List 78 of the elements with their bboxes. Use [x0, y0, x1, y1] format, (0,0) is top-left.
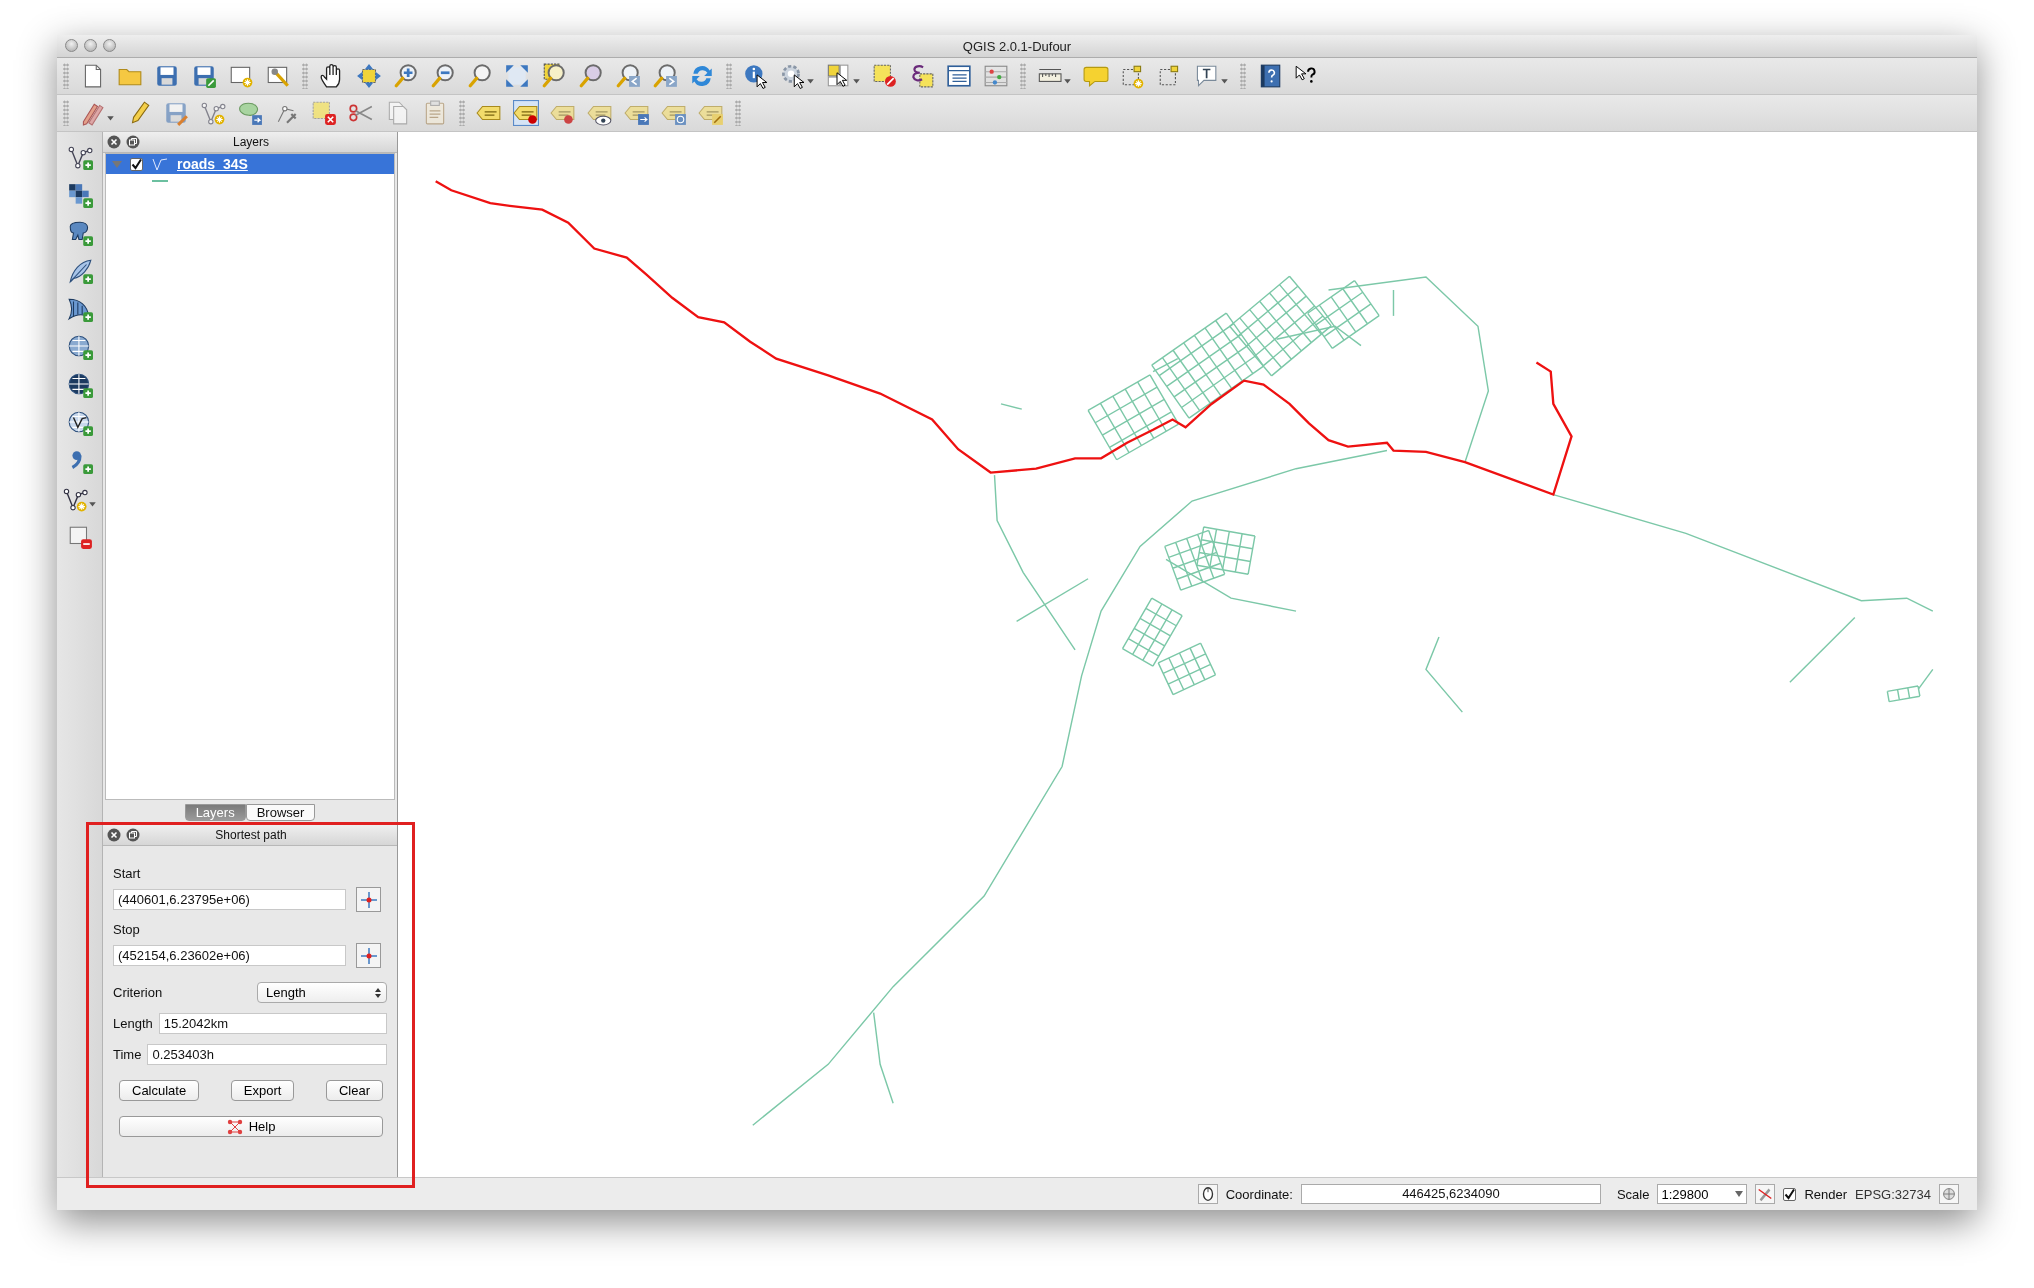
line-layer-icon [151, 157, 169, 171]
select-cursor-icon[interactable] [826, 63, 861, 89]
pick-point-button[interactable] [356, 943, 381, 968]
network-icon [226, 1118, 243, 1135]
panel-title: Shortest path [214, 828, 288, 842]
scale-label: Scale [1616, 1186, 1650, 1202]
start-label: Start [113, 866, 142, 881]
layer-name[interactable]: roads_34S [177, 156, 248, 172]
info-cursor-icon[interactable] [743, 63, 769, 89]
add-vector-layer-icon[interactable] [66, 144, 93, 170]
float-icon[interactable] [126, 828, 140, 842]
zoom-next-icon[interactable] [652, 63, 678, 89]
text-annotation-icon[interactable] [1194, 63, 1229, 89]
stop-field[interactable]: (452154,6.23602e+06) [113, 945, 346, 966]
render-label: Render [1804, 1186, 1848, 1202]
scale-dropdown[interactable]: 1:29800 [1657, 1184, 1748, 1204]
crs-label[interactable]: EPSG:32734 [1855, 1186, 1931, 1202]
zoom-layer-icon[interactable] [578, 63, 604, 89]
calculate-button[interactable]: Calculate [119, 1080, 200, 1101]
zoom-out-icon[interactable] [430, 63, 456, 89]
criterion-dropdown[interactable]: Length [257, 982, 387, 1003]
attribute-table-icon[interactable] [946, 63, 972, 89]
move-feature-icon[interactable] [237, 100, 263, 126]
deselect-icon[interactable] [872, 63, 898, 89]
length-field[interactable]: 15.2042km [158, 1013, 387, 1034]
time-field[interactable]: 0.253403h [147, 1044, 387, 1065]
add-node-icon[interactable] [200, 100, 226, 126]
float-icon[interactable] [126, 135, 140, 149]
mouse-icon[interactable] [1197, 1184, 1218, 1204]
abacus-icon[interactable] [983, 63, 1009, 89]
help-button[interactable]: Help [119, 1116, 383, 1137]
window-title: QGIS 2.0.1-Dufour [961, 38, 1073, 54]
minimize-window-button[interactable] [84, 39, 97, 52]
magnifier-icon[interactable] [467, 63, 493, 89]
add-raster-layer-icon[interactable] [66, 182, 93, 208]
delete-selected-icon[interactable] [311, 100, 337, 126]
epsilon-square-icon[interactable] [909, 63, 935, 89]
save-edits-icon[interactable] [163, 100, 189, 126]
layer-checkbox[interactable] [130, 157, 143, 171]
start-field[interactable]: (440601,6.23795e+06) [113, 889, 346, 910]
zoom-last-icon[interactable] [615, 63, 641, 89]
clear-button[interactable]: Clear [325, 1080, 383, 1101]
brush-icon[interactable] [1755, 1184, 1776, 1204]
export-button[interactable]: Export [230, 1080, 295, 1101]
zoom-in-icon[interactable] [393, 63, 419, 89]
feather-icon[interactable] [66, 258, 93, 284]
pick-point-button[interactable] [356, 887, 381, 912]
time-label: Time [113, 1047, 142, 1062]
save-icon[interactable] [154, 63, 180, 89]
coordinate-label: Coordinate: [1225, 1186, 1293, 1202]
label-pin-icon[interactable] [513, 100, 539, 126]
globe-icon[interactable] [66, 334, 93, 360]
gear-cursor-icon[interactable] [780, 63, 815, 89]
caret-icon [1735, 1191, 1744, 1197]
globe-node-icon[interactable] [66, 410, 93, 436]
panel-title: Layers [232, 135, 270, 149]
pan-arrows-icon[interactable] [356, 63, 382, 89]
stop-label: Stop [113, 922, 141, 937]
bookmark-new-icon[interactable] [1120, 63, 1146, 89]
save-as-icon[interactable] [191, 63, 217, 89]
close-icon[interactable] [107, 828, 121, 842]
coordinate-field[interactable]: 446425,6234090 [1300, 1184, 1601, 1204]
up-down-arrows-icon [374, 986, 382, 999]
zoom-selection-icon[interactable] [541, 63, 567, 89]
criterion-label: Criterion [113, 985, 163, 1000]
close-window-button[interactable] [65, 39, 78, 52]
dock-tab[interactable]: Browser [245, 804, 316, 821]
close-icon[interactable] [107, 135, 121, 149]
length-label: Length [113, 1016, 153, 1031]
zoom-full-icon[interactable] [504, 63, 530, 89]
legend-line-icon [152, 180, 168, 182]
sail-icon[interactable] [66, 296, 93, 322]
new-layer-icon[interactable] [62, 486, 97, 512]
render-checkbox[interactable] [1783, 1187, 1797, 1201]
zoom-window-button[interactable] [103, 39, 116, 52]
layer-row[interactable]: roads_34S [106, 154, 394, 174]
globe-icon[interactable] [66, 372, 93, 398]
refresh-icon[interactable] [689, 63, 715, 89]
